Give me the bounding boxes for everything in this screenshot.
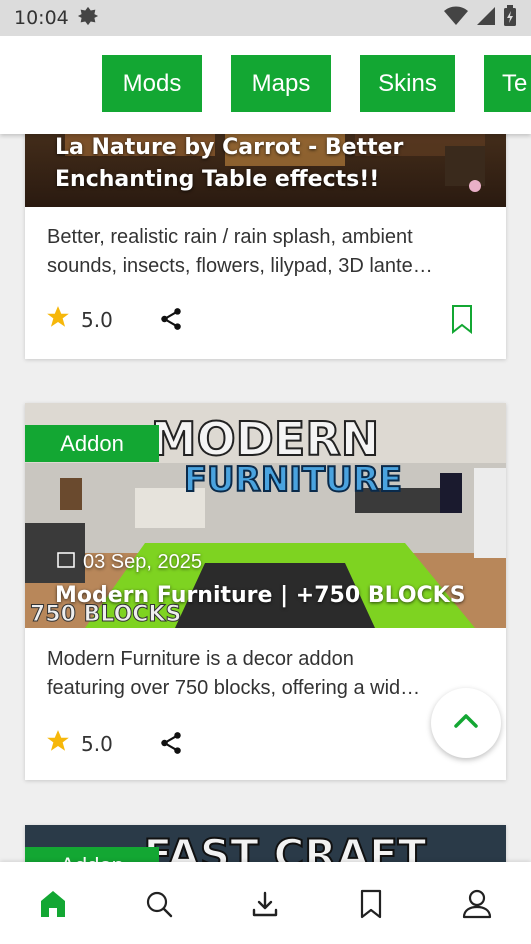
battery-icon — [503, 4, 517, 32]
nav-home[interactable] — [33, 886, 73, 926]
category-chip-bar[interactable]: Mods Maps Skins Te — [0, 36, 531, 134]
search-icon — [145, 890, 173, 922]
status-bar: 10:04 — [0, 0, 531, 36]
download-icon — [251, 890, 279, 922]
card-title: Modern Furniture | +750 BLOCKS — [55, 583, 466, 608]
signal-icon — [475, 5, 497, 32]
nav-downloads[interactable] — [245, 886, 285, 926]
card-thumbnail: FAST CRAFT Addon — [25, 825, 506, 862]
addon-card[interactable]: FAST CRAFT Addon — [25, 825, 506, 862]
bottom-navigation — [0, 862, 531, 944]
card-title: La Nature by Carrot - Better Enchanting … — [55, 132, 403, 196]
share-icon[interactable] — [158, 730, 184, 760]
star-icon — [45, 304, 71, 335]
nav-bookmarks[interactable] — [351, 886, 391, 926]
image-title-line2: FURNITURE — [184, 460, 402, 500]
scroll-top-button[interactable] — [431, 688, 501, 758]
image-title-line1: MODERN — [151, 412, 379, 466]
card-description: Modern Furniture is a decor addon featur… — [47, 645, 488, 703]
home-icon — [39, 889, 67, 923]
card-thumbnail: MODERN FURNITURE 750 BLOCKS Addon 03 Sep… — [25, 403, 506, 628]
chip-textures[interactable]: Te — [484, 55, 531, 112]
image-title: FAST CRAFT — [144, 830, 427, 862]
star-icon — [45, 728, 71, 759]
chevron-up-icon — [453, 713, 479, 733]
nav-profile[interactable] — [457, 886, 497, 926]
card-description: Better, realistic rain / rain splash, am… — [47, 223, 488, 281]
bookmark-icon[interactable] — [451, 304, 473, 338]
description-line: featuring over 750 blocks, offering a wi… — [47, 677, 421, 699]
rating-value: 5.0 — [81, 731, 113, 756]
wifi-icon — [443, 5, 469, 32]
profile-icon — [462, 889, 492, 923]
rating: 5.0 — [45, 304, 113, 335]
category-badge: Addon — [25, 425, 159, 462]
share-icon[interactable] — [158, 306, 184, 336]
calendar-icon — [57, 550, 75, 574]
card-title-line: La Nature by Carrot - Better — [55, 135, 404, 160]
rating: 5.0 — [45, 728, 113, 759]
chip-maps[interactable]: Maps — [231, 55, 331, 112]
nav-search[interactable] — [139, 886, 179, 926]
category-badge: Addon — [25, 847, 159, 862]
chip-skins[interactable]: Skins — [360, 55, 455, 112]
bookmark-icon — [359, 889, 383, 923]
date-text: 03 Sep, 2025 — [83, 550, 202, 573]
publish-date: 03 Sep, 2025 — [57, 550, 202, 574]
gear-icon — [77, 5, 99, 32]
status-time: 10:04 — [14, 7, 69, 29]
description-line: Better, realistic rain / rain splash, am… — [47, 226, 413, 248]
rating-value: 5.0 — [81, 307, 113, 332]
card-title-line: Enchanting Table effects!! — [55, 167, 380, 192]
chip-mods[interactable]: Mods — [102, 55, 202, 112]
description-line: sounds, insects, flowers, lilypad, 3D la… — [47, 255, 433, 277]
description-line: Modern Furniture is a decor addon — [47, 648, 354, 670]
